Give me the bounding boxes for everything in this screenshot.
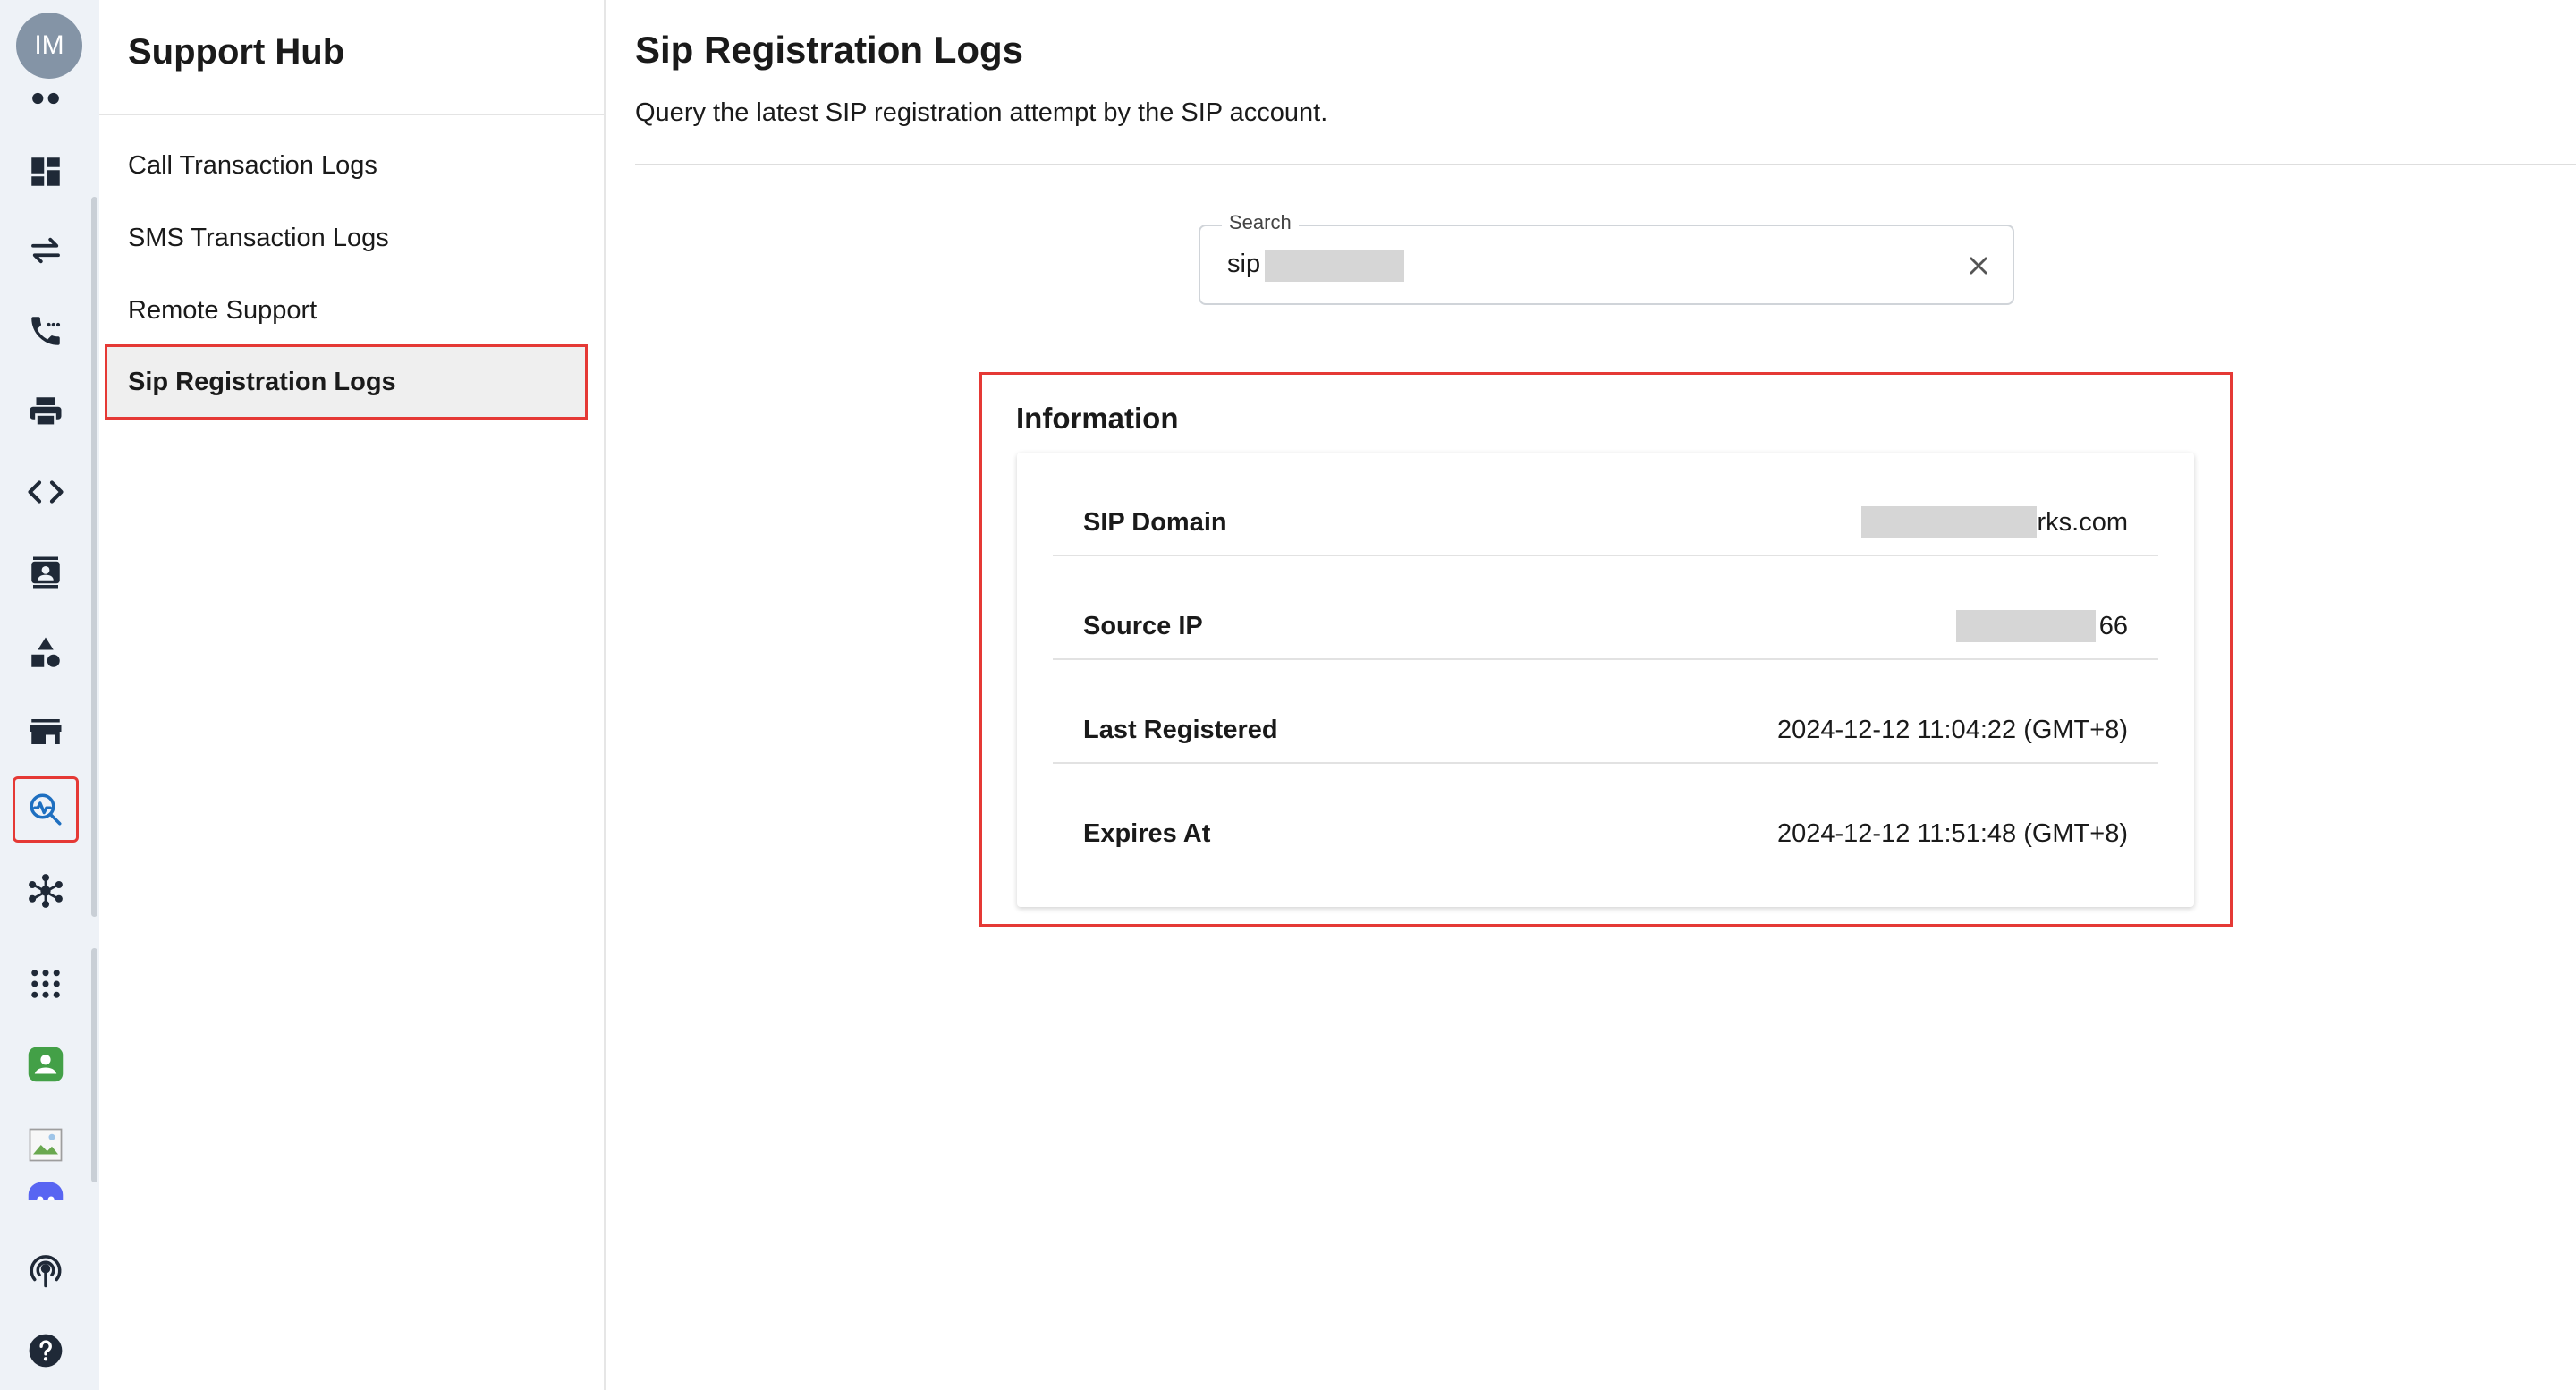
- nav-item-call-transaction-logs[interactable]: Call Transaction Logs: [105, 128, 588, 203]
- info-value: 2024-12-12 11:04:22 (GMT+8): [1777, 716, 2128, 744]
- search-label: Search: [1222, 211, 1299, 234]
- information-panel: Information SIP Domain rks.com Source IP…: [979, 372, 2233, 927]
- dots-icon[interactable]: [22, 86, 69, 111]
- page-description: Query the latest SIP registration attemp…: [635, 98, 1328, 127]
- search-value[interactable]: sip: [1227, 250, 1260, 279]
- redaction-mask: [1956, 610, 2096, 642]
- rail-scrollbar[interactable]: [91, 197, 97, 917]
- chat-app-icon[interactable]: [22, 1041, 69, 1088]
- dashboard-icon[interactable]: [22, 148, 69, 195]
- nav-item-sip-registration-logs[interactable]: Sip Registration Logs: [105, 344, 588, 420]
- broken-image-icon: [22, 1122, 69, 1168]
- info-key: Expires At: [1083, 819, 1211, 848]
- info-key: SIP Domain: [1083, 508, 1227, 537]
- transfer-arrows-icon[interactable]: [22, 227, 69, 274]
- information-title: Information: [1016, 402, 1179, 435]
- info-key: Source IP: [1083, 612, 1203, 640]
- redaction-mask: [1861, 506, 2037, 538]
- information-card: SIP Domain rks.com Source IP 118. 66 Las…: [1017, 453, 2194, 907]
- info-key: Last Registered: [1083, 716, 1278, 744]
- info-value: rks.com: [2037, 508, 2129, 537]
- header-divider: [635, 164, 2576, 165]
- printer-icon[interactable]: [22, 388, 69, 435]
- info-row-last-registered: Last Registered 2024-12-12 11:04:22 (GMT…: [1053, 660, 2158, 764]
- redaction-mask: [1265, 250, 1404, 282]
- nav-divider: [99, 114, 604, 115]
- avatar[interactable]: IM: [16, 13, 82, 79]
- contact-card-icon[interactable]: [22, 549, 69, 596]
- storefront-icon[interactable]: [22, 708, 69, 755]
- broadcast-icon[interactable]: [22, 1247, 69, 1293]
- info-row-source-ip: Source IP 118. 66: [1053, 556, 2158, 660]
- main-content: Sip Registration Logs Query the latest S…: [606, 0, 2576, 1390]
- support-hub-nav: Support Hub Call Transaction Logs SMS Tr…: [99, 0, 606, 1390]
- page-title: Sip Registration Logs: [635, 29, 1024, 71]
- shapes-icon[interactable]: [22, 630, 69, 676]
- info-row-sip-domain: SIP Domain rks.com: [1053, 453, 2158, 556]
- rail-scrollbar-secondary[interactable]: [91, 948, 97, 1182]
- info-row-expires-at: Expires At 2024-12-12 11:51:48 (GMT+8): [1053, 764, 2158, 868]
- network-hub-icon[interactable]: [22, 868, 69, 914]
- icon-rail: IM: [0, 0, 99, 1390]
- nav-title: Support Hub: [128, 32, 345, 72]
- help-icon[interactable]: [22, 1327, 69, 1374]
- discord-icon[interactable]: [22, 1177, 69, 1200]
- info-value: 2024-12-12 11:51:48 (GMT+8): [1777, 819, 2128, 848]
- nav-item-remote-support[interactable]: Remote Support: [105, 273, 588, 348]
- code-icon[interactable]: [22, 469, 69, 515]
- monitor-search-icon[interactable]: [13, 776, 79, 843]
- nav-item-sms-transaction-logs[interactable]: SMS Transaction Logs: [105, 200, 588, 275]
- apps-grid-icon[interactable]: [22, 961, 69, 1007]
- clear-icon[interactable]: [1961, 248, 1996, 284]
- search-input[interactable]: Search sip: [1199, 211, 2014, 305]
- phone-icon[interactable]: [22, 308, 69, 354]
